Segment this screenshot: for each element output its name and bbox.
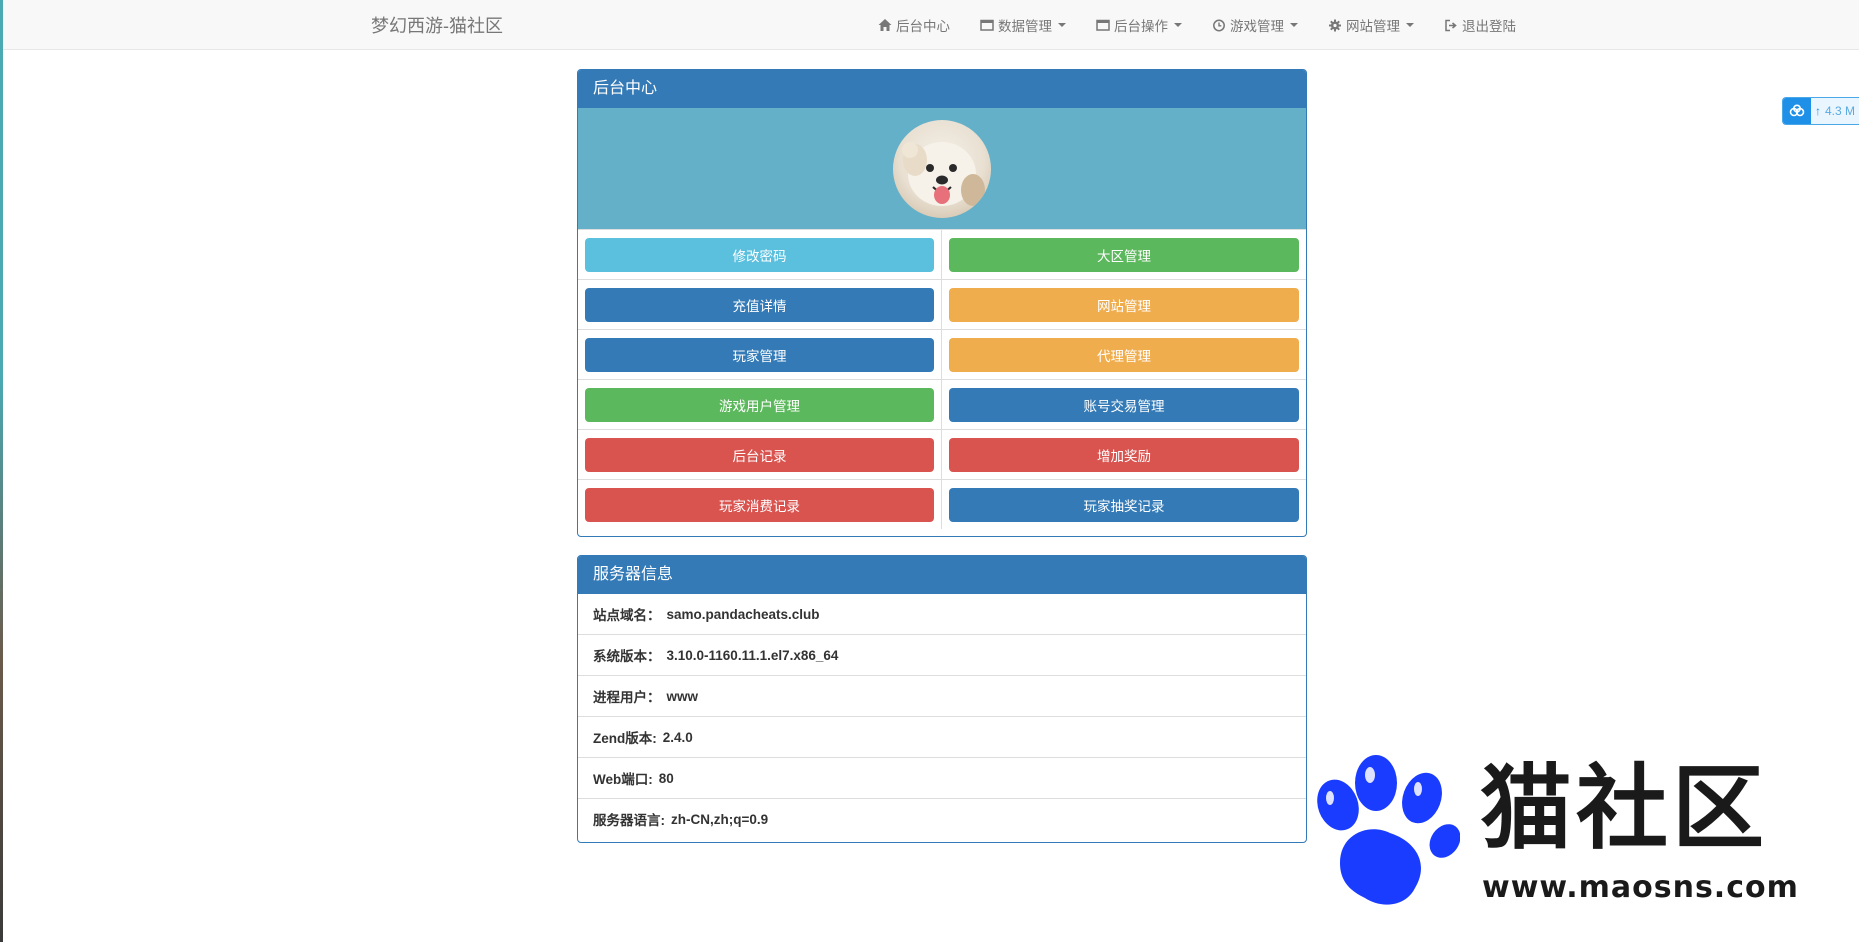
info-row-server-language: 服务器语言: zh-CN,zh;q=0.9 <box>578 798 1306 839</box>
site-brand[interactable]: 梦幻西游-猫社区 <box>371 12 503 38</box>
nav-label: 退出登陆 <box>1462 18 1516 34</box>
grid-cell: 修改密码 <box>578 229 942 279</box>
top-navbar: 梦幻西游-猫社区 后台中心 数据管理 后台操作 游戏管理 网站管理 退出登陆 <box>3 0 1859 50</box>
info-row-domain: 站点域名： samo.pandacheats.club <box>578 594 1306 634</box>
caret-down-icon <box>1290 22 1298 27</box>
info-value: 2.4.0 <box>662 729 693 745</box>
info-value: 3.10.0-1160.11.1.el7.x86_64 <box>666 647 839 663</box>
paw-icon <box>1317 755 1460 905</box>
admin-center-panel: 后台中心 修改密码 大区管理 充值详情 网站管理 玩家管理 代理管理 游戏用户管… <box>577 69 1307 537</box>
info-label: 服务器语言: <box>593 813 665 828</box>
watermark-logo: 猫社区 www.maosns.com <box>1310 753 1798 913</box>
game-user-management-button[interactable]: 游戏用户管理 <box>585 387 934 422</box>
region-management-button[interactable]: 大区管理 <box>949 237 1299 272</box>
left-edge-strip <box>0 0 3 942</box>
upload-speed-widget[interactable]: ↑ 4.3 M <box>1782 97 1859 125</box>
logout-icon <box>1444 18 1458 32</box>
agent-management-button[interactable]: 代理管理 <box>949 337 1299 372</box>
info-row-process-user: 进程用户： www <box>578 675 1306 716</box>
info-label: 站点域名： <box>593 608 661 623</box>
info-row-web-port: Web端口: 80 <box>578 757 1306 798</box>
clock-icon <box>1212 18 1226 32</box>
avatar <box>893 119 991 218</box>
grid-cell: 后台记录 <box>578 429 942 479</box>
home-icon <box>878 18 892 32</box>
caret-down-icon <box>1406 22 1414 27</box>
nav-label: 游戏管理 <box>1230 18 1284 34</box>
nav-item-logout[interactable]: 退出登陆 <box>1444 15 1516 35</box>
grid-cell: 增加奖励 <box>942 429 1306 479</box>
admin-log-button[interactable]: 后台记录 <box>585 437 934 472</box>
window-icon <box>980 18 994 32</box>
info-label: Zend版本: <box>593 731 657 746</box>
player-lottery-log-button[interactable]: 玩家抽奖记录 <box>949 487 1299 522</box>
nav-label: 数据管理 <box>998 18 1052 34</box>
info-value: samo.pandacheats.club <box>666 606 820 622</box>
site-management-button[interactable]: 网站管理 <box>949 287 1299 322</box>
info-value: zh-CN,zh;q=0.9 <box>671 811 769 827</box>
grid-cell: 账号交易管理 <box>942 379 1306 429</box>
nav-item-site-management[interactable]: 网站管理 <box>1328 15 1414 35</box>
avatar-banner <box>578 108 1306 229</box>
recharge-details-button[interactable]: 充值详情 <box>585 287 934 322</box>
nav-item-game-management[interactable]: 游戏管理 <box>1212 15 1298 35</box>
window-icon <box>1096 18 1110 32</box>
player-spending-log-button[interactable]: 玩家消费记录 <box>585 487 934 522</box>
grid-cell: 代理管理 <box>942 329 1306 379</box>
grid-cell: 玩家消费记录 <box>578 479 942 529</box>
watermark-name: 猫社区 <box>1480 755 1769 862</box>
info-value: 80 <box>658 770 674 786</box>
info-label: Web端口: <box>593 772 653 787</box>
change-password-button[interactable]: 修改密码 <box>585 237 934 272</box>
grid-cell: 玩家管理 <box>578 329 942 379</box>
nav-item-admin-operations[interactable]: 后台操作 <box>1096 15 1182 35</box>
cloud-icon <box>1783 98 1811 124</box>
grid-cell: 游戏用户管理 <box>578 379 942 429</box>
add-reward-button[interactable]: 增加奖励 <box>949 437 1299 472</box>
upload-speed-text: 4.3 M <box>1825 104 1856 118</box>
admin-button-grid: 修改密码 大区管理 充值详情 网站管理 玩家管理 代理管理 游戏用户管理 账号交… <box>578 229 1306 529</box>
panel-title: 服务器信息 <box>578 556 1306 594</box>
nav-item-dashboard[interactable]: 后台中心 <box>878 15 950 35</box>
caret-down-icon <box>1174 22 1182 27</box>
grid-cell: 大区管理 <box>942 229 1306 279</box>
info-label: 进程用户： <box>593 690 661 705</box>
gear-icon <box>1328 18 1342 32</box>
nav-label: 后台操作 <box>1114 18 1168 34</box>
watermark-url: www.maosns.com <box>1482 870 1799 905</box>
server-info-panel: 服务器信息 站点域名： samo.pandacheats.club 系统版本： 3.… <box>577 555 1307 843</box>
caret-down-icon <box>1058 22 1066 27</box>
panel-title: 后台中心 <box>578 70 1306 108</box>
account-trade-management-button[interactable]: 账号交易管理 <box>949 387 1299 422</box>
info-row-system-version: 系统版本： 3.10.0-1160.11.1.el7.x86_64 <box>578 634 1306 675</box>
grid-cell: 网站管理 <box>942 279 1306 329</box>
info-label: 系统版本： <box>593 649 661 664</box>
nav-label: 后台中心 <box>896 18 950 34</box>
grid-cell: 玩家抽奖记录 <box>942 479 1306 529</box>
info-row-zend-version: Zend版本: 2.4.0 <box>578 716 1306 757</box>
main-nav: 后台中心 数据管理 后台操作 游戏管理 网站管理 退出登陆 <box>878 0 1546 49</box>
grid-cell: 充值详情 <box>578 279 942 329</box>
nav-item-data-management[interactable]: 数据管理 <box>980 15 1066 35</box>
nav-label: 网站管理 <box>1346 18 1400 34</box>
info-value: www <box>666 688 699 704</box>
server-info-list: 站点域名： samo.pandacheats.club 系统版本： 3.10.0-1… <box>578 594 1306 839</box>
player-management-button[interactable]: 玩家管理 <box>585 337 934 372</box>
upload-arrow-icon: ↑ <box>1815 104 1821 118</box>
